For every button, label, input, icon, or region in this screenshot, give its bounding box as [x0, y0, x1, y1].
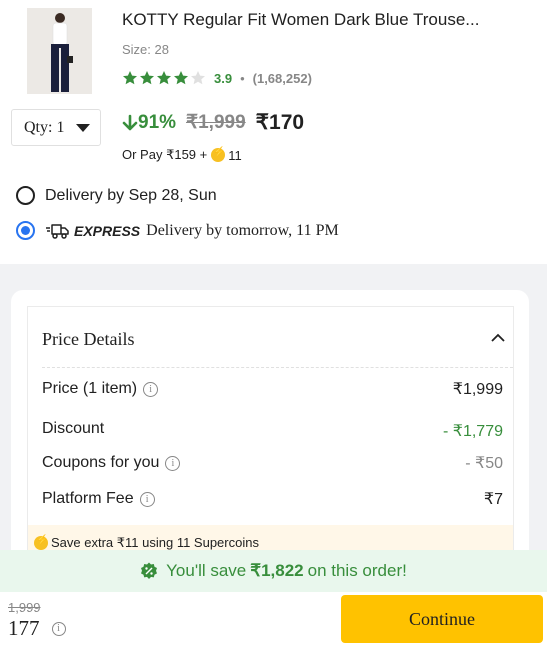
or-pay-text: Or Pay ₹159 +: [122, 147, 208, 162]
savings-banner: You'll save ₹1,822 on this order!: [0, 550, 547, 592]
product-title[interactable]: KOTTY Regular Fit Women Dark Blue Trouse…: [122, 10, 532, 30]
delivery-express-label: Delivery by tomorrow, 11 PM: [146, 221, 339, 239]
final-price: ₹170: [255, 111, 305, 134]
price-details-panel: Price Details Price (1 item) i ₹1,999 Dis…: [27, 306, 514, 590]
footer-price-block: 177 i: [8, 616, 66, 641]
footer-price: 177: [8, 616, 40, 640]
or-pay-row: Or Pay ₹159 + 11: [122, 147, 242, 163]
truck-icon: [46, 223, 69, 239]
price-row-item: Price (1 item) i ₹1,999: [42, 379, 503, 399]
discount-badge: 91%: [122, 112, 176, 134]
platform-fee-row: Platform Fee i ₹7: [42, 489, 503, 509]
rating-value: 3.9: [214, 70, 233, 86]
price-label: Price (1 item): [42, 380, 138, 397]
supercoin-icon: [34, 535, 48, 550]
supercoins-text: Save extra ₹11 using 11 Supercoins: [51, 535, 259, 550]
divider: [42, 367, 513, 368]
or-pay-coins: 11: [228, 147, 242, 163]
radio-unselected[interactable]: [16, 186, 35, 205]
quantity-label: Qty: 1: [24, 118, 65, 136]
delivery-option-standard[interactable]: Delivery by Sep 28, Sun: [16, 186, 217, 205]
price-details-title: Price Details: [42, 329, 135, 349]
star-filled-icon: [174, 71, 188, 85]
price-row: 91% ₹1,999 ₹170: [122, 110, 304, 135]
discount-percent: 91%: [138, 111, 177, 133]
platform-fee-label: Platform Fee: [42, 490, 134, 507]
discount-label: Discount: [42, 420, 105, 437]
product-image[interactable]: [27, 8, 92, 94]
star-filled-icon: [123, 71, 137, 85]
info-icon[interactable]: i: [51, 621, 66, 636]
discount-row: Discount - ₹1,779: [42, 417, 503, 441]
rating-row: 3.9 • (1,68,252): [122, 70, 312, 86]
caret-down-icon: [76, 123, 91, 132]
star-empty-icon: [191, 71, 205, 85]
radio-selected[interactable]: [16, 221, 35, 240]
coupons-label: Coupons for you: [42, 454, 160, 471]
continue-button[interactable]: Continue: [341, 595, 543, 643]
product-section: KOTTY Regular Fit Women Dark Blue Trouse…: [0, 0, 547, 264]
coupons-value: - ₹50: [465, 455, 503, 472]
supercoin-icon: [211, 147, 226, 162]
discount-value: - ₹1,779: [443, 423, 503, 440]
price-value: ₹1,999: [452, 381, 503, 398]
savings-prefix: You'll save: [166, 561, 247, 580]
rating-separator: •: [240, 70, 245, 86]
delivery-standard-label: Delivery by Sep 28, Sun: [45, 186, 217, 204]
chevron-up-icon[interactable]: [491, 331, 505, 345]
arrow-down-icon: [122, 114, 138, 130]
info-icon[interactable]: i: [165, 455, 181, 471]
discount-badge-icon: [141, 562, 158, 579]
delivery-option-express[interactable]: EXPRESS Delivery by tomorrow, 11 PM: [16, 221, 339, 240]
star-rating: [122, 70, 206, 86]
info-icon[interactable]: i: [139, 491, 155, 507]
savings-amount: ₹1,822: [250, 561, 304, 580]
star-filled-icon: [140, 71, 154, 85]
product-size: Size: 28: [122, 42, 169, 57]
platform-fee-value: ₹7: [483, 491, 503, 508]
express-label: EXPRESS: [74, 222, 141, 239]
quantity-dropdown[interactable]: Qty: 1: [11, 109, 101, 146]
checkout-footer: 1,999 177 i Continue: [0, 592, 547, 647]
rating-count: (1,68,252): [252, 70, 312, 86]
mrp-price: ₹1,999: [186, 112, 246, 133]
savings-suffix: on this order!: [307, 561, 407, 580]
footer-mrp: 1,999: [8, 600, 41, 615]
info-icon[interactable]: i: [143, 381, 159, 397]
coupons-row: Coupons for you i - ₹50: [42, 453, 503, 473]
star-filled-icon: [157, 71, 171, 85]
price-details-card: Price Details Price (1 item) i ₹1,999 Dis…: [11, 290, 529, 590]
